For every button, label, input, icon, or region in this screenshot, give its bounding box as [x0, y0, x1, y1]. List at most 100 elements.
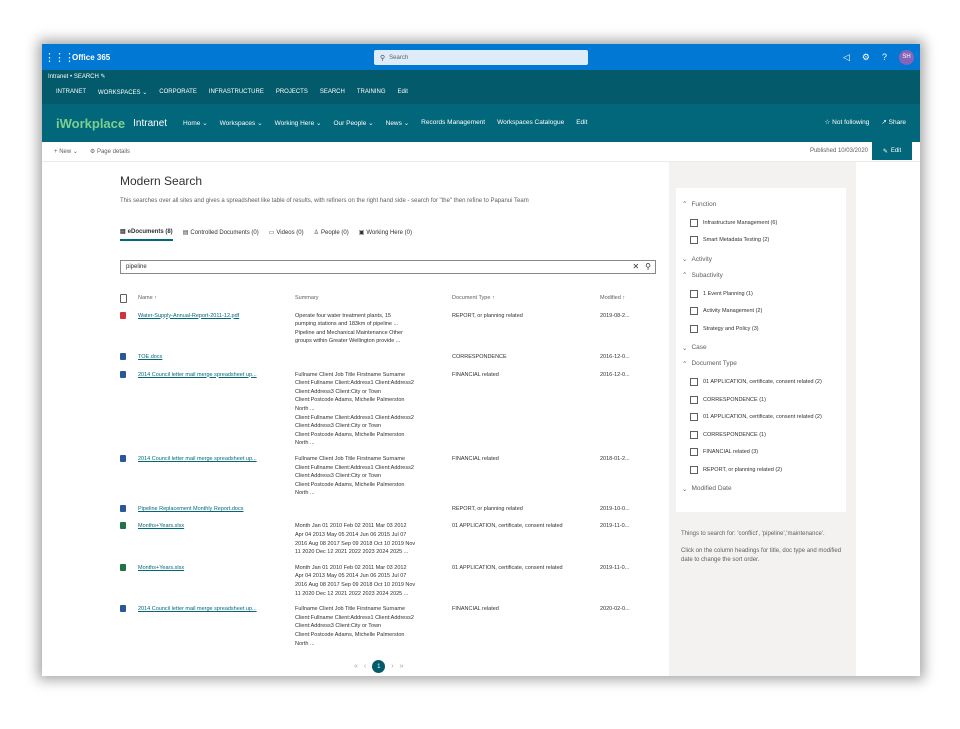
site-nav-workspaces[interactable]: Workspaces ⌄ [220, 119, 263, 127]
summary-line: North ... [295, 440, 315, 447]
refiner-option-label: CORRESPONDENCE (1) [703, 431, 766, 438]
nav-training[interactable]: TRAINING [357, 89, 386, 96]
tab-people[interactable]: ♙ People (0) [314, 228, 349, 241]
follow-button[interactable]: ☆ Not following [825, 118, 870, 126]
app-name[interactable]: Office 365 [72, 53, 110, 62]
refiner-header[interactable]: ⌄ Activity [682, 253, 846, 265]
page-details-button[interactable]: ⚙ Page details [90, 148, 130, 155]
name-column-header[interactable]: Name ↑ [138, 294, 295, 307]
breadcrumb-search[interactable]: SEARCH [74, 74, 99, 80]
refiner-option-label: REPORT, or planning related (2) [703, 466, 783, 473]
file-name-link[interactable]: Months+Years.xlsx [138, 564, 295, 598]
tab-edocuments[interactable]: ▤ eDocuments (8) [120, 228, 173, 241]
search-input[interactable]: pipeline ✕ ⚲ [120, 260, 656, 274]
app-launcher-icon[interactable]: ⋮⋮⋮ [44, 51, 75, 64]
chevron-down-icon: ⌄ [72, 149, 78, 155]
summary-line: Pipeline and Mechanical Maintenance Othe… [295, 329, 403, 336]
file-name-link[interactable]: Months+Years.xlsx [138, 522, 295, 556]
breadcrumb: Intranet • SEARCH ✎ [48, 73, 106, 80]
refiner-checkbox[interactable] [690, 236, 698, 245]
modified-cell: 2019-11-0... [600, 523, 630, 530]
new-button[interactable]: + New ⌄ [54, 148, 78, 155]
nav-infrastructure[interactable]: INFRASTRUCTURE [209, 89, 264, 96]
clear-icon[interactable]: ✕ [632, 262, 639, 271]
nav-intranet[interactable]: INTRANET [56, 89, 86, 96]
refiner-option: 1 Event Planning (1) [690, 285, 846, 303]
refiner-option: 01 APPLICATION, certificate, consent rel… [690, 409, 846, 427]
site-title[interactable]: Intranet [133, 118, 167, 129]
refiner-header[interactable]: ⌃ Subactivity [682, 269, 846, 281]
share-button[interactable]: ↗ Share [881, 118, 906, 126]
refiner-checkbox[interactable] [690, 430, 698, 439]
nav-corporate[interactable]: CORPORATE [159, 89, 197, 96]
refiner-header[interactable]: ⌄ Modified Date [682, 483, 846, 495]
search-icon[interactable]: ⚲ [645, 262, 651, 271]
next-page-icon[interactable]: › [391, 663, 393, 670]
refiner-checkbox[interactable] [690, 378, 698, 387]
site-nav-our-people[interactable]: Our People ⌄ [333, 119, 373, 127]
doc-type-cell: FINANCIAL related [452, 371, 499, 378]
help-text: Click on the column headings for title, … [681, 548, 842, 563]
gear-icon[interactable]: ⚙ [862, 52, 870, 63]
file-type-cell [120, 563, 138, 598]
refiner-checkbox[interactable] [690, 448, 698, 457]
site-logo[interactable]: iWorkplace [56, 116, 125, 131]
refiner-option: Smart Metadata Testing (2) [690, 232, 846, 250]
file-name-link[interactable]: 2014 Council letter mail merge spreadshe… [138, 455, 295, 498]
refiner-header[interactable]: ⌄ Case [682, 342, 846, 354]
refiner-option: Strategy and Policy (3) [690, 320, 846, 338]
tab-controlled-documents[interactable]: ▤ Controlled Documents (0) [183, 228, 259, 241]
site-nav-edit[interactable]: Edit [576, 119, 587, 127]
refiner-option: CORRESPONDENCE (1) [690, 426, 846, 444]
tab-working-here[interactable]: ▣ Working Here (0) [359, 228, 412, 241]
file-name-link[interactable]: 2014 Council letter mail merge spreadshe… [138, 371, 295, 448]
search-box-actions: ✕ ⚲ [632, 262, 651, 271]
refiner-checkbox[interactable] [690, 218, 698, 227]
nav-search[interactable]: SEARCH [320, 89, 345, 96]
megaphone-icon[interactable]: ◁ [843, 52, 850, 63]
previous-page-icon[interactable]: ‹ [364, 663, 366, 670]
site-nav-workspaces-catalogue[interactable]: Workspaces Catalogue [497, 119, 564, 127]
current-page[interactable]: 1 [372, 660, 386, 673]
breadcrumb-intranet[interactable]: Intranet [48, 74, 68, 80]
video-icon: ▭ [268, 230, 275, 236]
refiner-header[interactable]: ⌃ Function [682, 198, 846, 210]
doc-type-cell: REPORT, or planning related [452, 312, 523, 319]
refiner-checkbox[interactable] [690, 307, 698, 316]
refiner-checkbox[interactable] [690, 465, 698, 474]
global-search-box[interactable]: ⚲ Search [374, 50, 588, 65]
site-nav-working-here[interactable]: Working Here ⌄ [275, 119, 322, 127]
nav-edit[interactable]: Edit [398, 89, 408, 96]
doc-type-column-header[interactable]: Document Type ↑ [452, 294, 600, 307]
refiner-checkbox[interactable] [690, 289, 698, 298]
refiner-option-label: Infrastructure Management (6) [703, 219, 778, 226]
edit-button[interactable]: ✎ Edit [872, 142, 912, 160]
tab-videos[interactable]: ▭ Videos (0) [269, 228, 304, 241]
site-nav-our-people-label: Our People [333, 120, 367, 127]
site-nav-records-management[interactable]: Records Management [421, 119, 485, 127]
table-row: Water-Supply-Annual-Report-2011-12.pdf Op… [120, 311, 666, 346]
refiner-checkbox[interactable] [690, 324, 698, 333]
refiner-checkbox[interactable] [690, 413, 698, 422]
file-name-link[interactable]: Pipeline Replacement Monthly Report.docx [138, 505, 295, 516]
last-page-icon[interactable]: » [400, 663, 404, 670]
main-content: Modern Search This searches over all sit… [42, 162, 669, 676]
nav-projects[interactable]: PROJECTS [276, 89, 308, 96]
site-nav-home[interactable]: Home ⌄ [183, 119, 208, 127]
avatar[interactable]: SH [899, 49, 914, 65]
refiner-header[interactable]: ⌃ Document Type [682, 358, 846, 370]
site-nav-news[interactable]: News ⌄ [386, 119, 410, 127]
file-name-link[interactable]: TOE.docx [138, 353, 295, 364]
refiner-option-label: FINANCIAL related (3) [703, 449, 759, 456]
help-icon[interactable]: ? [882, 52, 887, 62]
summary-cell: Operate four water treatment plants, 15 p… [295, 312, 452, 346]
file-name-link[interactable]: 2014 Council letter mail merge spreadshe… [138, 605, 295, 648]
nav-workspaces[interactable]: WORKSPACES ⌄ [98, 89, 147, 96]
modified-column-header[interactable]: Modified ↑ [600, 294, 640, 307]
first-page-icon[interactable]: « [354, 663, 358, 670]
refiner-checkbox[interactable] [690, 395, 698, 404]
file-type-column-header[interactable] [120, 294, 138, 307]
file-name-link[interactable]: Water-Supply-Annual-Report-2011-12.pdf [138, 312, 295, 346]
pencil-icon[interactable]: ✎ [101, 74, 106, 80]
modified-cell: 2019-08-2... [600, 312, 630, 319]
